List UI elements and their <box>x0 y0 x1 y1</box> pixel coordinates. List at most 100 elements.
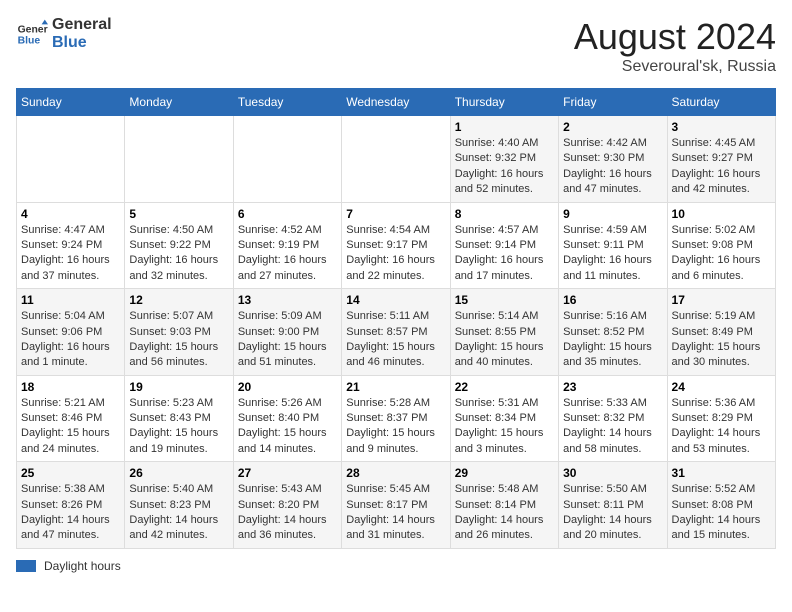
calendar-cell: 22 Sunrise: 5:31 AM Sunset: 8:34 PM Dayli… <box>450 375 558 462</box>
calendar-week-row: 1Sunrise: 4:40 AM Sunset: 9:32 PM Daylig… <box>17 116 776 203</box>
calendar-cell: 11 Sunrise: 5:04 AM Sunset: 9:06 PM Dayli… <box>17 289 125 376</box>
day-info: Sunrise: 4:47 AM Sunset: 9:24 PM Dayligh… <box>21 223 120 285</box>
day-number: 27 <box>238 466 337 480</box>
day-info: Sunrise: 5:52 AM Sunset: 8:08 PM Dayligh… <box>672 482 771 544</box>
header-day: Thursday <box>450 89 558 116</box>
day-info: Sunrise: 5:23 AM Sunset: 8:43 PM Dayligh… <box>129 396 228 458</box>
day-number: 3 <box>672 120 771 134</box>
day-info: Sunrise: 5:14 AM Sunset: 8:55 PM Dayligh… <box>455 309 554 371</box>
calendar-cell: 1Sunrise: 4:40 AM Sunset: 9:32 PM Daylig… <box>450 116 558 203</box>
day-info: Sunrise: 5:43 AM Sunset: 8:20 PM Dayligh… <box>238 482 337 544</box>
day-info: Sunrise: 5:11 AM Sunset: 8:57 PM Dayligh… <box>346 309 445 371</box>
header-day: Friday <box>559 89 667 116</box>
calendar-week-row: 4 Sunrise: 4:47 AM Sunset: 9:24 PM Daylig… <box>17 202 776 289</box>
calendar-cell: 25 Sunrise: 5:38 AM Sunset: 8:26 PM Dayli… <box>17 462 125 549</box>
day-info: Sunrise: 5:36 AM Sunset: 8:29 PM Dayligh… <box>672 396 771 458</box>
day-number: 12 <box>129 293 228 307</box>
day-info: Sunrise: 5:02 AM Sunset: 9:08 PM Dayligh… <box>672 223 771 285</box>
calendar-cell: 6Sunrise: 4:52 AM Sunset: 9:19 PM Daylig… <box>233 202 341 289</box>
day-info: Sunrise: 5:33 AM Sunset: 8:32 PM Dayligh… <box>563 396 662 458</box>
day-number: 9 <box>563 207 662 221</box>
calendar-cell: 3 Sunrise: 4:45 AM Sunset: 9:27 PM Daylig… <box>667 116 775 203</box>
day-info: Sunrise: 5:04 AM Sunset: 9:06 PM Dayligh… <box>21 309 120 371</box>
day-info: Sunrise: 5:28 AM Sunset: 8:37 PM Dayligh… <box>346 396 445 458</box>
day-info: Sunrise: 4:45 AM Sunset: 9:27 PM Dayligh… <box>672 136 771 198</box>
calendar-cell: 19 Sunrise: 5:23 AM Sunset: 8:43 PM Dayli… <box>125 375 233 462</box>
footer: Daylight hours <box>16 559 776 573</box>
day-info: Sunrise: 5:31 AM Sunset: 8:34 PM Dayligh… <box>455 396 554 458</box>
logo-icon: General Blue <box>16 18 48 50</box>
day-number: 22 <box>455 380 554 394</box>
calendar-cell: 31 Sunrise: 5:52 AM Sunset: 8:08 PM Dayli… <box>667 462 775 549</box>
day-number: 20 <box>238 380 337 394</box>
day-info: Sunrise: 5:40 AM Sunset: 8:23 PM Dayligh… <box>129 482 228 544</box>
day-number: 8 <box>455 207 554 221</box>
calendar-week-row: 25 Sunrise: 5:38 AM Sunset: 8:26 PM Dayli… <box>17 462 776 549</box>
day-info: Sunrise: 5:48 AM Sunset: 8:14 PM Dayligh… <box>455 482 554 544</box>
calendar-header: SundayMondayTuesdayWednesdayThursdayFrid… <box>17 89 776 116</box>
header-day: Tuesday <box>233 89 341 116</box>
calendar-cell: 8Sunrise: 4:57 AM Sunset: 9:14 PM Daylig… <box>450 202 558 289</box>
calendar-cell: 14 Sunrise: 5:11 AM Sunset: 8:57 PM Dayli… <box>342 289 450 376</box>
calendar-cell: 13Sunrise: 5:09 AM Sunset: 9:00 PM Dayli… <box>233 289 341 376</box>
day-info: Sunrise: 4:40 AM Sunset: 9:32 PM Dayligh… <box>455 136 554 198</box>
logo-general: General <box>52 16 112 34</box>
calendar-cell: 21 Sunrise: 5:28 AM Sunset: 8:37 PM Dayli… <box>342 375 450 462</box>
logo: General Blue General Blue <box>16 16 112 53</box>
day-info: Sunrise: 5:21 AM Sunset: 8:46 PM Dayligh… <box>21 396 120 458</box>
day-number: 11 <box>21 293 120 307</box>
daylight-label: Daylight hours <box>44 559 121 573</box>
day-number: 29 <box>455 466 554 480</box>
day-number: 18 <box>21 380 120 394</box>
day-number: 5 <box>129 207 228 221</box>
day-info: Sunrise: 4:42 AM Sunset: 9:30 PM Dayligh… <box>563 136 662 198</box>
calendar-cell: 12Sunrise: 5:07 AM Sunset: 9:03 PM Dayli… <box>125 289 233 376</box>
svg-text:General: General <box>18 25 48 36</box>
calendar-cell: 27 Sunrise: 5:43 AM Sunset: 8:20 PM Dayli… <box>233 462 341 549</box>
calendar-cell: 7Sunrise: 4:54 AM Sunset: 9:17 PM Daylig… <box>342 202 450 289</box>
calendar-cell: 16Sunrise: 5:16 AM Sunset: 8:52 PM Dayli… <box>559 289 667 376</box>
page-title: August 2024 <box>574 16 776 58</box>
calendar-cell: 30 Sunrise: 5:50 AM Sunset: 8:11 PM Dayli… <box>559 462 667 549</box>
day-number: 6 <box>238 207 337 221</box>
day-number: 2 <box>563 120 662 134</box>
day-info: Sunrise: 5:09 AM Sunset: 9:00 PM Dayligh… <box>238 309 337 371</box>
day-info: Sunrise: 5:38 AM Sunset: 8:26 PM Dayligh… <box>21 482 120 544</box>
calendar-cell: 26Sunrise: 5:40 AM Sunset: 8:23 PM Dayli… <box>125 462 233 549</box>
calendar-cell: 17 Sunrise: 5:19 AM Sunset: 8:49 PM Dayli… <box>667 289 775 376</box>
day-number: 19 <box>129 380 228 394</box>
calendar-cell: 4 Sunrise: 4:47 AM Sunset: 9:24 PM Daylig… <box>17 202 125 289</box>
calendar-body: 1Sunrise: 4:40 AM Sunset: 9:32 PM Daylig… <box>17 116 776 549</box>
logo-blue: Blue <box>52 34 112 52</box>
day-info: Sunrise: 5:19 AM Sunset: 8:49 PM Dayligh… <box>672 309 771 371</box>
calendar-cell: 18 Sunrise: 5:21 AM Sunset: 8:46 PM Dayli… <box>17 375 125 462</box>
calendar-cell <box>233 116 341 203</box>
calendar-week-row: 18 Sunrise: 5:21 AM Sunset: 8:46 PM Dayli… <box>17 375 776 462</box>
calendar-cell <box>342 116 450 203</box>
calendar-cell: 2 Sunrise: 4:42 AM Sunset: 9:30 PM Daylig… <box>559 116 667 203</box>
day-info: Sunrise: 5:16 AM Sunset: 8:52 PM Dayligh… <box>563 309 662 371</box>
day-number: 25 <box>21 466 120 480</box>
page-header: General Blue General Blue August 2024 Se… <box>16 16 776 76</box>
calendar-week-row: 11 Sunrise: 5:04 AM Sunset: 9:06 PM Dayli… <box>17 289 776 376</box>
daylight-swatch <box>16 560 36 572</box>
header-row: SundayMondayTuesdayWednesdayThursdayFrid… <box>17 89 776 116</box>
calendar-cell <box>125 116 233 203</box>
calendar-cell: 9 Sunrise: 4:59 AM Sunset: 9:11 PM Daylig… <box>559 202 667 289</box>
day-number: 4 <box>21 207 120 221</box>
calendar-cell: 15Sunrise: 5:14 AM Sunset: 8:55 PM Dayli… <box>450 289 558 376</box>
calendar-cell: 24Sunrise: 5:36 AM Sunset: 8:29 PM Dayli… <box>667 375 775 462</box>
day-number: 31 <box>672 466 771 480</box>
day-number: 17 <box>672 293 771 307</box>
day-number: 21 <box>346 380 445 394</box>
day-number: 7 <box>346 207 445 221</box>
day-number: 28 <box>346 466 445 480</box>
day-number: 30 <box>563 466 662 480</box>
day-info: Sunrise: 4:59 AM Sunset: 9:11 PM Dayligh… <box>563 223 662 285</box>
day-info: Sunrise: 5:50 AM Sunset: 8:11 PM Dayligh… <box>563 482 662 544</box>
title-block: August 2024 Severoural'sk, Russia <box>574 16 776 76</box>
day-number: 14 <box>346 293 445 307</box>
header-day: Sunday <box>17 89 125 116</box>
svg-text:Blue: Blue <box>18 36 41 47</box>
header-day: Saturday <box>667 89 775 116</box>
